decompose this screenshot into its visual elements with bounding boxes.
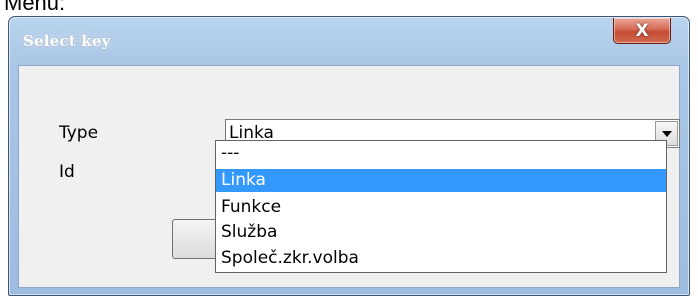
- dropdown-option-spolec-zkr-volba[interactable]: Společ.zkr.volba: [216, 247, 666, 270]
- dropdown-option-none[interactable]: ---: [216, 142, 666, 165]
- dropdown-option-sluzba[interactable]: Služba: [216, 221, 666, 244]
- chevron-down-icon: [661, 130, 672, 137]
- type-label: Type: [59, 123, 99, 143]
- id-label: Id: [59, 162, 75, 182]
- close-button[interactable]: X: [613, 18, 671, 44]
- close-icon: X: [635, 20, 649, 41]
- dropdown-option-funkce[interactable]: Funkce: [216, 196, 666, 219]
- type-dropdown-list: --- Linka Funkce Služba Společ.zkr.volba: [215, 140, 667, 273]
- dialog-title: Select key: [23, 32, 111, 50]
- menu-caption: Menu:: [4, 0, 66, 15]
- dropdown-option-linka[interactable]: Linka: [216, 169, 666, 192]
